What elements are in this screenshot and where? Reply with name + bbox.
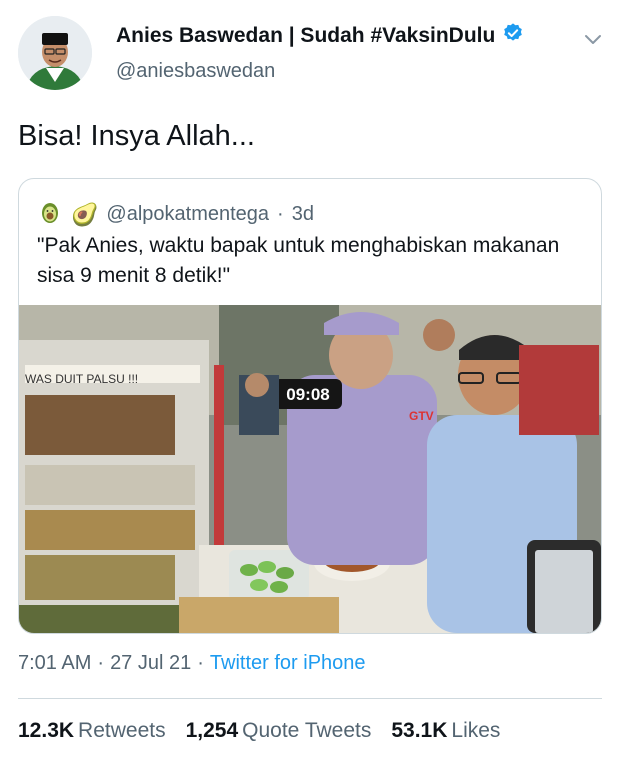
quote-header: 🥑 @alpokatmentega · 3d [37, 199, 314, 230]
avocado-icon: 🥑 [71, 201, 99, 227]
separator-dot: · [197, 652, 204, 674]
chevron-down-icon[interactable] [582, 28, 604, 50]
quote-handle[interactable]: @alpokatmentega [106, 203, 269, 226]
likes-count: 53.1K [391, 719, 448, 742]
quoted-tweet-card[interactable]: 🥑 @alpokatmentega · 3d "Pak Anies, waktu… [18, 178, 602, 634]
author-avatar[interactable] [18, 16, 92, 90]
gtv-logo: GTV [409, 409, 434, 423]
tweet-date[interactable]: 27 Jul 21 [110, 652, 191, 675]
tweet-text: Bisa! Insya Allah... [18, 120, 255, 152]
retweets-stat[interactable]: 12.3K Retweets [18, 719, 166, 743]
author-handle[interactable]: @aniesbaswedan [116, 60, 275, 83]
tweet-stats: 12.3K Retweets 1,254 Quote Tweets 53.1K Lik… [18, 719, 500, 743]
verified-badge-icon [502, 22, 524, 49]
quote-avatar-emoji [37, 199, 63, 230]
quote-tweets-count: 1,254 [185, 719, 239, 742]
divider [18, 698, 602, 699]
author-name-row: Anies Baswedan | Sudah #VaksinDulu [116, 22, 524, 49]
tweet-meta: 7:01 AM · 27 Jul 21 · Twitter for iPhone [18, 652, 366, 675]
quote-text: "Pak Anies, waktu bapak untuk menghabisk… [37, 234, 560, 287]
quote-media-photo[interactable]: 09:08 GTV WAS DUIT PALSU !!! [19, 305, 601, 633]
quote-age[interactable]: 3d [292, 203, 314, 226]
author-display-name[interactable]: Anies Baswedan | Sudah #VaksinDulu [116, 24, 495, 48]
separator-dot: · [277, 203, 284, 225]
likes-label: Likes [451, 719, 501, 742]
quote-tweets-label: Quote Tweets [242, 719, 372, 742]
retweets-count: 12.3K [18, 719, 75, 742]
quote-tweets-stat[interactable]: 1,254 Quote Tweets [186, 719, 372, 743]
separator-dot: · [97, 652, 105, 674]
tweet-source-link[interactable]: Twitter for iPhone [210, 652, 366, 675]
retweets-label: Retweets [78, 719, 166, 742]
tweet-time[interactable]: 7:01 AM [18, 652, 91, 675]
timer-text: 09:08 [286, 385, 329, 404]
likes-stat[interactable]: 53.1K Likes [391, 719, 500, 743]
cabinet-sign: WAS DUIT PALSU !!! [25, 372, 138, 386]
